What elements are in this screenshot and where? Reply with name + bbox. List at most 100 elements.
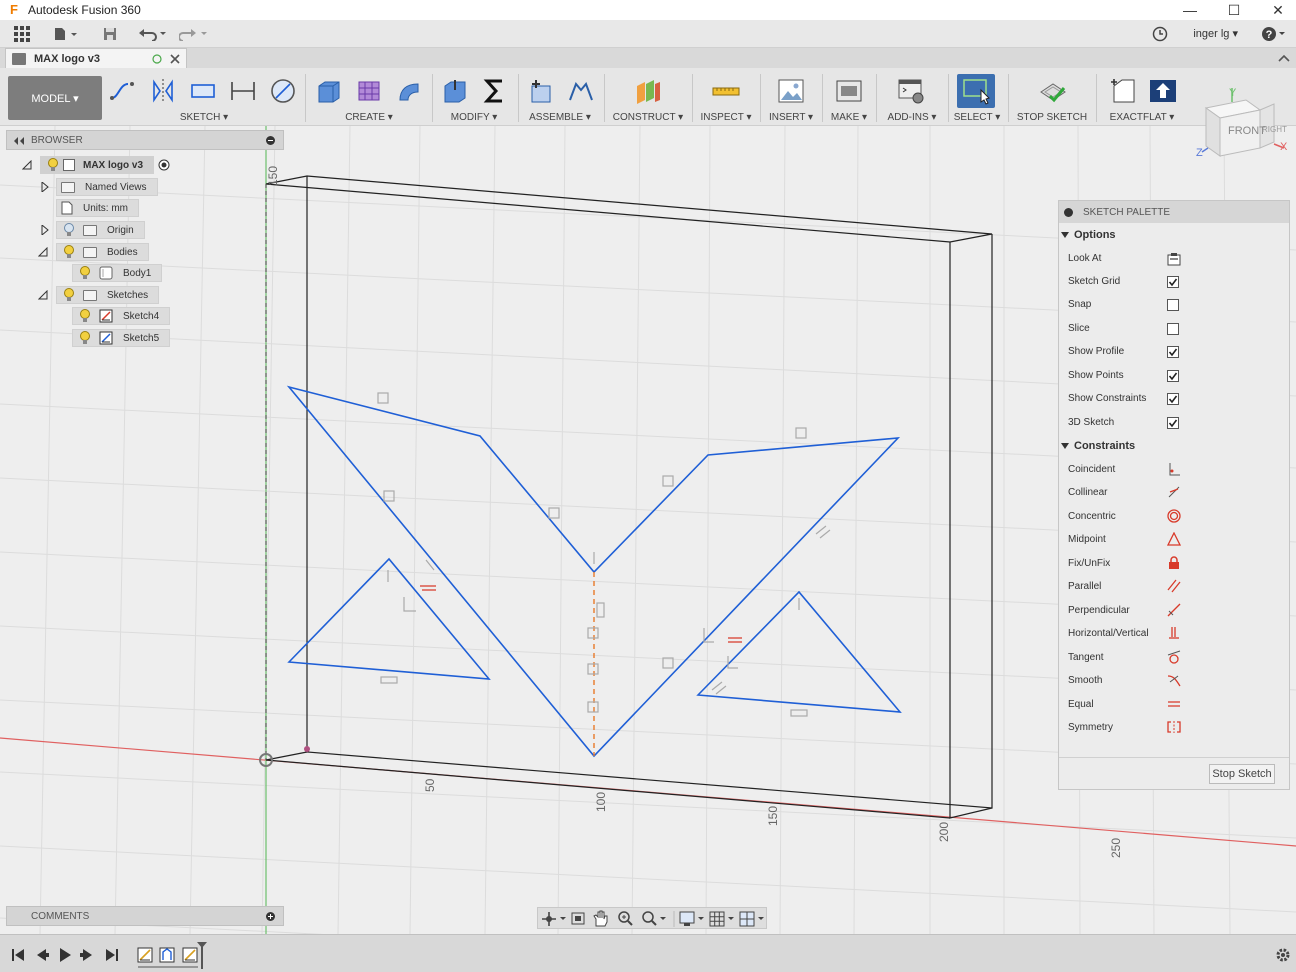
equal-icon[interactable]: [1167, 697, 1181, 711]
constraints-section-toggle[interactable]: Constraints: [1061, 440, 1135, 452]
browser-body1-row[interactable]: Body1: [72, 264, 163, 282]
midpoint-icon[interactable]: [1167, 532, 1181, 546]
rectangle-tool-icon[interactable]: [188, 76, 218, 106]
select-cursor-icon[interactable]: [961, 76, 991, 106]
3d-sketch-checkbox[interactable]: [1167, 417, 1179, 429]
timeline-next-icon[interactable]: [80, 949, 92, 961]
constraint-glyph[interactable]: [383, 490, 395, 502]
constraint-glyph[interactable]: [711, 681, 727, 695]
new-component-icon[interactable]: [526, 76, 556, 106]
tree-node-units[interactable]: Units: mm: [56, 199, 139, 217]
browser-minimize-icon[interactable]: [266, 136, 275, 145]
job-status-clock-icon[interactable]: [1150, 24, 1170, 44]
sketch-palette-header[interactable]: SKETCH PALETTE: [1059, 201, 1289, 223]
comments-panel-header[interactable]: COMMENTS: [6, 906, 284, 926]
scripts-addins-icon[interactable]: [896, 76, 926, 106]
visibility-bulb-icon[interactable]: [63, 288, 75, 302]
show-profile-checkbox[interactable]: [1167, 346, 1179, 358]
3d-print-icon[interactable]: [834, 76, 864, 106]
constraint-glyph[interactable]: [420, 585, 742, 643]
constraint-glyph[interactable]: [380, 676, 398, 684]
comments-add-icon[interactable]: [266, 912, 275, 921]
lock-icon[interactable]: [1167, 556, 1181, 570]
user-account-menu[interactable]: inger lg ▾: [1193, 27, 1238, 40]
browser-root-row[interactable]: MAX logo v3: [22, 156, 170, 174]
tree-node-body1[interactable]: Body1: [72, 264, 163, 282]
look-at-icon[interactable]: [1167, 252, 1181, 266]
visibility-bulb-off-icon[interactable]: [63, 223, 75, 237]
symmetry-icon[interactable]: [1167, 720, 1181, 734]
tree-node-origin[interactable]: Origin: [56, 221, 145, 239]
horizontal-vertical-icon[interactable]: [1167, 626, 1181, 640]
collinear-icon[interactable]: [1167, 485, 1181, 499]
timeline-last-icon[interactable]: [106, 949, 118, 961]
parallel-icon[interactable]: [1167, 579, 1181, 593]
perpendicular-icon[interactable]: [1167, 603, 1181, 617]
browser-bodies-row[interactable]: Bodies: [38, 243, 149, 261]
exactflat-group[interactable]: EXACTFLAT ▾: [1100, 68, 1184, 126]
pan-hand-icon[interactable]: [593, 910, 608, 927]
timeline-feature-sketch[interactable]: [182, 947, 198, 963]
collapse-triangle-icon[interactable]: [38, 290, 48, 300]
save-icon[interactable]: [100, 24, 120, 44]
browser-header[interactable]: BROWSER: [6, 130, 284, 150]
palette-minimize-icon[interactable]: [1064, 207, 1073, 217]
create-group[interactable]: CREATE ▾: [310, 68, 428, 126]
form-icon[interactable]: [354, 76, 384, 106]
timeline-feature-extrude[interactable]: [159, 947, 175, 963]
constraint-glyph[interactable]: [587, 627, 599, 639]
assemble-group[interactable]: ASSEMBLE ▾: [522, 68, 598, 126]
collapse-ribbon-icon[interactable]: [1278, 53, 1290, 63]
compute-sigma-icon[interactable]: [480, 76, 510, 106]
display-settings-icon[interactable]: [679, 911, 704, 926]
show-points-checkbox[interactable]: [1167, 370, 1179, 382]
minimize-button[interactable]: —: [1168, 0, 1212, 20]
stop-sketch-icon[interactable]: [1038, 76, 1068, 106]
sketch-origin-point[interactable]: [304, 746, 310, 752]
left-triangle[interactable]: [287, 557, 491, 680]
sketch-group[interactable]: SKETCH ▾: [106, 68, 302, 126]
timeline-previous-icon[interactable]: [37, 949, 49, 961]
constraint-glyph[interactable]: [548, 507, 560, 519]
constraint-glyph[interactable]: [790, 709, 808, 717]
tree-node-sketches[interactable]: Sketches: [56, 286, 160, 304]
collapse-triangle-icon[interactable]: [38, 247, 48, 257]
constraint-glyph[interactable]: [662, 475, 674, 487]
timeline-first-icon[interactable]: [12, 949, 24, 961]
viewcube[interactable]: FRONT RIGHT Y X Z: [1196, 86, 1292, 166]
smooth-icon[interactable]: [1167, 673, 1181, 687]
inspect-group[interactable]: INSPECT ▾: [696, 68, 756, 126]
document-tab[interactable]: MAX logo v3: [5, 48, 187, 68]
help-icon[interactable]: ?: [1260, 24, 1288, 44]
constraint-glyph[interactable]: [377, 392, 389, 404]
insert-image-icon[interactable]: [776, 76, 806, 106]
coincident-icon[interactable]: [1167, 462, 1181, 476]
constraint-glyph[interactable]: [596, 602, 605, 618]
visibility-bulb-icon[interactable]: [79, 266, 91, 280]
activate-radio-icon[interactable]: [158, 159, 170, 171]
orbit-icon[interactable]: [542, 912, 566, 926]
sketch-grid-checkbox[interactable]: [1167, 276, 1179, 288]
show-constraints-checkbox[interactable]: [1167, 393, 1179, 405]
file-menu-icon[interactable]: [52, 24, 82, 44]
viewports-icon[interactable]: [739, 911, 764, 927]
constraint-glyph[interactable]: [587, 663, 599, 675]
press-pull-icon[interactable]: [440, 76, 470, 106]
timeline-marker[interactable]: [197, 942, 207, 969]
browser-sketches-row[interactable]: Sketches: [38, 286, 160, 304]
circle-tool-icon[interactable]: [268, 76, 298, 106]
stop-sketch-button[interactable]: Stop Sketch: [1209, 764, 1275, 784]
revolve-icon[interactable]: [394, 76, 424, 106]
visibility-bulb-icon[interactable]: [79, 331, 91, 345]
close-tab-icon[interactable]: [170, 53, 180, 64]
make-group[interactable]: MAKE ▾: [826, 68, 872, 126]
stop-sketch-group[interactable]: STOP SKETCH: [1012, 68, 1092, 126]
visibility-bulb-icon[interactable]: [79, 309, 91, 323]
snap-checkbox[interactable]: [1167, 299, 1179, 311]
grid-settings-icon[interactable]: [709, 911, 734, 927]
timeline-settings-gear-icon[interactable]: [1276, 948, 1290, 962]
tree-node-named-views[interactable]: Named Views: [56, 178, 158, 196]
look-at-nav-icon[interactable]: [571, 912, 585, 925]
visibility-bulb-icon[interactable]: [47, 158, 59, 172]
browser-sketch5-row[interactable]: Sketch5: [72, 329, 171, 347]
